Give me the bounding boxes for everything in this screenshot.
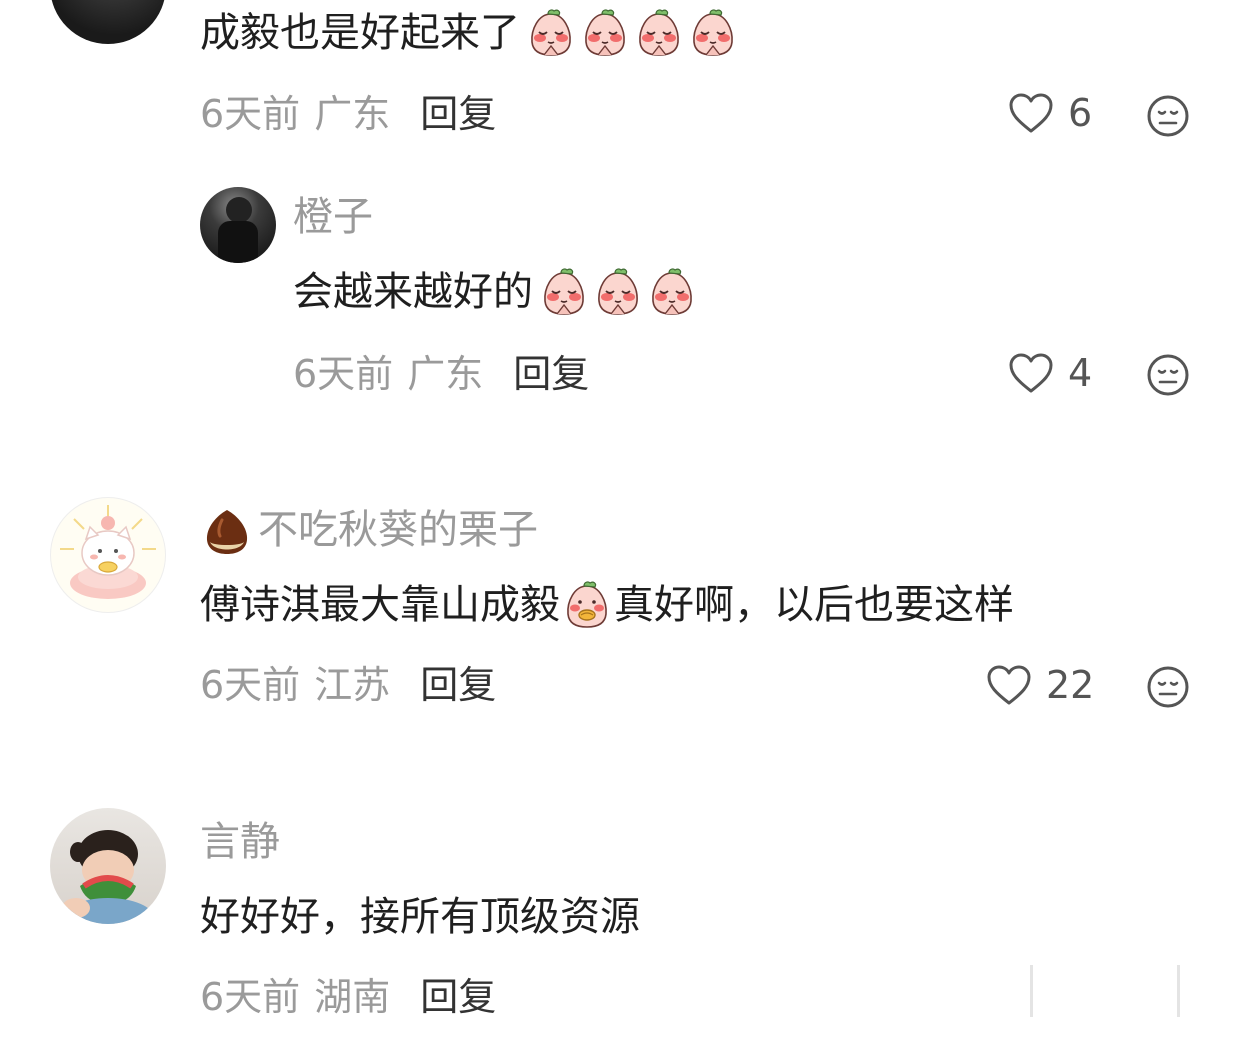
divider bbox=[1177, 965, 1180, 1017]
avatar[interactable] bbox=[50, 497, 166, 613]
avatar-figure-body bbox=[218, 221, 258, 263]
peach-pray-emoji bbox=[580, 8, 630, 58]
peach-pray-emoji bbox=[634, 8, 684, 58]
peach-pray-emoji bbox=[688, 8, 738, 58]
comment-meta: 6天前 江苏 回复 bbox=[200, 666, 496, 704]
comment-time: 6天前 bbox=[200, 663, 301, 707]
comment-text: 会越来越好的 bbox=[293, 267, 697, 317]
comment-text: 好好好，接所有顶级资源 bbox=[200, 892, 640, 942]
comment-time: 6天前 bbox=[200, 975, 301, 1019]
avatar-figure bbox=[226, 197, 252, 223]
comment-text-content: 真好啊，以后也要这样 bbox=[614, 582, 1014, 628]
peach-pray-emoji bbox=[526, 8, 576, 58]
comment-meta: 6天前 广东 回复 bbox=[293, 355, 589, 393]
heart-outline-icon bbox=[1009, 353, 1053, 393]
peach-gold-emoji bbox=[562, 580, 612, 630]
comment-meta: 6天前 湖南 回复 bbox=[200, 978, 496, 1016]
comment-location: 江苏 bbox=[314, 663, 391, 707]
reply-button[interactable]: 回复 bbox=[420, 975, 496, 1019]
like-count: 6 bbox=[1068, 91, 1093, 135]
heart-outline-icon bbox=[1009, 93, 1053, 133]
avatar-child-watermelon bbox=[62, 830, 154, 924]
reply-button[interactable]: 回复 bbox=[420, 663, 496, 707]
comment-text-content: 好好好，接所有顶级资源 bbox=[200, 894, 640, 940]
comment-time: 6天前 bbox=[200, 92, 301, 136]
comment-text: 傅诗淇最大靠山成毅 真好啊，以后也要这样 bbox=[200, 580, 1014, 630]
like-count: 4 bbox=[1068, 351, 1093, 395]
neutral-face-icon[interactable] bbox=[1146, 353, 1190, 397]
avatar[interactable] bbox=[50, 0, 166, 44]
user-name[interactable]: 不吃秋葵的栗子 bbox=[258, 510, 538, 550]
like-count: 22 bbox=[1046, 663, 1095, 707]
comment-meta: 6天前 广东 回复 bbox=[200, 95, 496, 133]
user-name[interactable]: 言静 bbox=[200, 822, 280, 862]
comment-location: 湖南 bbox=[314, 975, 391, 1019]
like-button[interactable]: 4 bbox=[1008, 352, 1092, 394]
divider bbox=[1030, 965, 1033, 1017]
chestnut-emoji bbox=[206, 510, 248, 554]
peach-pray-emoji bbox=[593, 267, 643, 317]
neutral-face-icon[interactable] bbox=[1146, 665, 1190, 709]
like-button[interactable]: 6 bbox=[1008, 92, 1092, 134]
comment-text: 成毅也是好起来了 bbox=[200, 8, 738, 58]
comment-text-content: 会越来越好的 bbox=[293, 269, 533, 315]
peach-pray-emoji bbox=[539, 267, 589, 317]
neutral-face-icon[interactable] bbox=[1146, 94, 1190, 138]
comment-text-content: 成毅也是好起来了 bbox=[200, 10, 520, 56]
comment-location: 广东 bbox=[407, 352, 484, 396]
avatar[interactable] bbox=[50, 808, 166, 924]
heart-outline-icon bbox=[987, 665, 1031, 705]
peach-pray-emoji bbox=[647, 267, 697, 317]
avatar-cat-illustration bbox=[60, 505, 156, 599]
reply-button[interactable]: 回复 bbox=[420, 92, 496, 136]
user-name[interactable]: 橙子 bbox=[293, 197, 373, 237]
comment-location: 广东 bbox=[314, 92, 391, 136]
like-button[interactable]: 22 bbox=[986, 664, 1094, 706]
comment-text-content: 傅诗淇最大靠山成毅 bbox=[200, 582, 560, 628]
reply-button[interactable]: 回复 bbox=[513, 352, 589, 396]
avatar[interactable] bbox=[200, 187, 276, 263]
comment-time: 6天前 bbox=[293, 352, 394, 396]
